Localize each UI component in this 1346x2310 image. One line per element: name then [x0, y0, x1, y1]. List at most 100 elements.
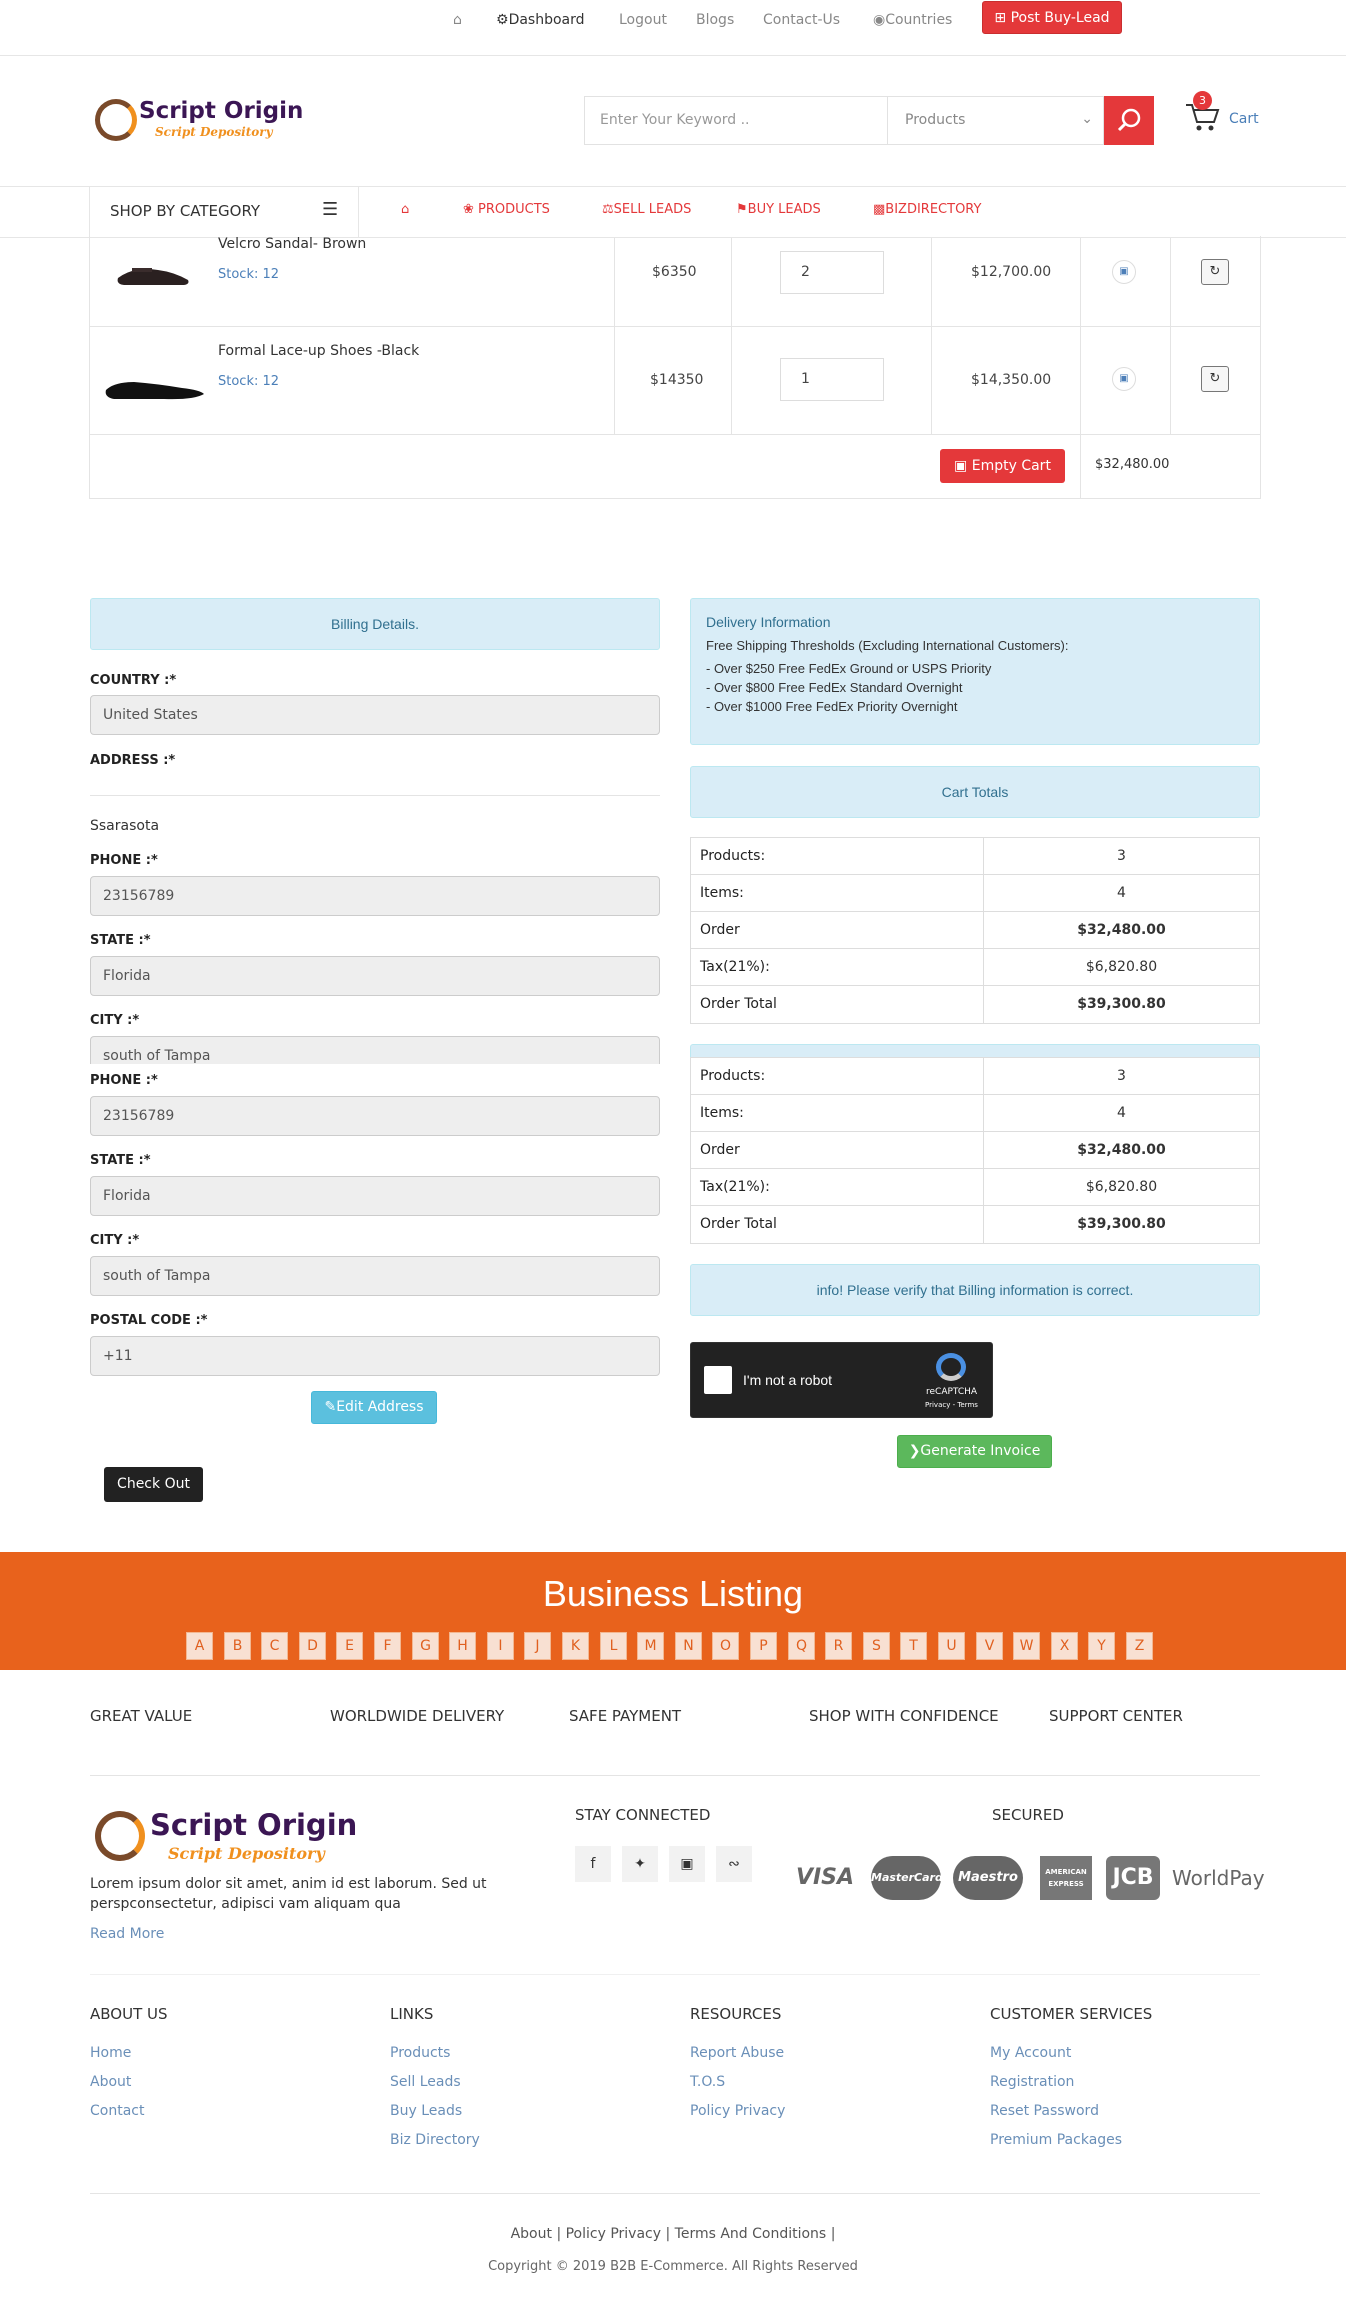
recaptcha-checkbox[interactable]	[704, 1366, 732, 1394]
copyright: Copyright © 2019 B2B E-Commerce. All Rig…	[488, 2259, 858, 2274]
city-field[interactable]: south of Tampa	[90, 1036, 660, 1064]
letter-link-c[interactable]: C	[261, 1632, 288, 1660]
update-item-button[interactable]: ↻	[1201, 259, 1229, 285]
remove-item-button[interactable]: ▣	[1112, 260, 1136, 284]
footer-link-buy-leads[interactable]: Buy Leads	[390, 2103, 462, 2119]
footer-link-reset-password[interactable]: Reset Password	[990, 2103, 1099, 2119]
letter-link-h[interactable]: H	[449, 1632, 476, 1660]
state-field[interactable]: Florida	[90, 956, 660, 996]
letter-link-e[interactable]: E	[336, 1632, 363, 1660]
letter-link-g[interactable]: G	[412, 1632, 439, 1660]
nav-blogs[interactable]: Blogs	[696, 12, 734, 28]
letter-link-t[interactable]: T	[900, 1632, 927, 1660]
twitter-icon[interactable]: ✦	[622, 1846, 658, 1882]
cat-sell-leads[interactable]: ⚖SELL LEADS	[602, 202, 691, 217]
divider	[90, 1775, 1260, 1776]
visa-icon: VISA	[795, 1865, 855, 1890]
footer-link-products[interactable]: Products	[390, 2045, 450, 2061]
letter-link-u[interactable]: U	[938, 1632, 965, 1660]
letter-link-r[interactable]: R	[825, 1632, 852, 1660]
footer-link-my-account[interactable]: My Account	[990, 2045, 1071, 2061]
letter-link-p[interactable]: P	[750, 1632, 777, 1660]
cat-bizdirectory[interactable]: ▩BIZDIRECTORY	[873, 202, 981, 217]
generate-invoice-button[interactable]: ❯Generate Invoice	[897, 1435, 1052, 1468]
edit-address-button[interactable]: ✎Edit Address	[311, 1391, 437, 1424]
letter-link-q[interactable]: Q	[788, 1632, 815, 1660]
cat-home-icon[interactable]: ⌂	[401, 202, 409, 217]
cart-button[interactable]: 3 Cart	[1184, 91, 1264, 141]
letter-link-w[interactable]: W	[1013, 1632, 1040, 1660]
update-item-button[interactable]: ↻	[1201, 366, 1229, 392]
letter-link-m[interactable]: M	[637, 1632, 664, 1660]
bottom-link-terms[interactable]: Terms And Conditions	[675, 2226, 827, 2242]
totals-value: $6,820.80	[1085, 1179, 1158, 1195]
letter-link-x[interactable]: X	[1051, 1632, 1078, 1660]
letter-link-i[interactable]: I	[487, 1632, 514, 1660]
category-select[interactable]: Products ⌄	[887, 96, 1104, 145]
letter-link-v[interactable]: V	[976, 1632, 1003, 1660]
footer-link-premium-packages[interactable]: Premium Packages	[990, 2132, 1122, 2148]
home-icon[interactable]: ⌂	[453, 12, 462, 28]
globe-icon: ◉	[873, 12, 886, 28]
footer-link-report-abuse[interactable]: Report Abuse	[690, 2045, 784, 2061]
remove-item-button[interactable]: ▣	[1112, 367, 1136, 391]
country-field[interactable]: United States	[90, 695, 660, 735]
quantity-input[interactable]: 1	[780, 358, 884, 401]
postal-code-field[interactable]: +11	[90, 1336, 660, 1376]
empty-cart-button[interactable]: ▣ Empty Cart	[940, 449, 1065, 483]
nav-dashboard[interactable]: ⚙Dashboard	[496, 12, 585, 28]
quantity-input[interactable]: 2	[780, 251, 884, 294]
city-field[interactable]: south of Tampa	[90, 1256, 660, 1296]
letter-link-d[interactable]: D	[299, 1632, 326, 1660]
footer-link-registration[interactable]: Registration	[990, 2074, 1074, 2090]
letter-link-b[interactable]: B	[224, 1632, 251, 1660]
chevron-right-icon: ❯	[908, 1443, 921, 1459]
nav-countries[interactable]: ◉Countries	[873, 12, 952, 28]
nav-logout[interactable]: Logout	[619, 12, 667, 28]
postal-code-label: POSTAL CODE :*	[90, 1313, 208, 1328]
footer-link-home[interactable]: Home	[90, 2045, 131, 2061]
recaptcha-terms[interactable]: Privacy - Terms	[925, 1401, 978, 1409]
state-field[interactable]: Florida	[90, 1176, 660, 1216]
post-buy-lead-button[interactable]: ⊞ Post Buy-Lead	[982, 1, 1122, 34]
letter-link-n[interactable]: N	[675, 1632, 702, 1660]
footer-link-contact[interactable]: Contact	[90, 2103, 144, 2119]
cat-buy-leads[interactable]: ⚑BUY LEADS	[736, 202, 821, 217]
phone-field[interactable]: 23156789	[90, 876, 660, 916]
nav-contact[interactable]: Contact-Us	[763, 12, 840, 28]
checkout-button[interactable]: Check Out	[104, 1467, 203, 1502]
recaptcha-widget[interactable]: I'm not a robot reCAPTCHA Privacy - Term…	[690, 1342, 993, 1418]
bottom-link-about[interactable]: About	[511, 2226, 552, 2242]
product-name[interactable]: Formal Lace-up Shoes -Black	[218, 343, 419, 359]
search-button[interactable]	[1104, 96, 1154, 145]
footer-link-sell-leads[interactable]: Sell Leads	[390, 2074, 461, 2090]
letter-link-j[interactable]: J	[524, 1632, 551, 1660]
footer-link-about[interactable]: About	[90, 2074, 131, 2090]
read-more-link[interactable]: Read More	[90, 1926, 164, 1942]
rss-icon[interactable]: ∾	[716, 1846, 752, 1882]
facebook-icon[interactable]: f	[575, 1846, 611, 1882]
bottom-link-policy-privacy[interactable]: Policy Privacy	[566, 2226, 661, 2242]
footer-link-biz-directory[interactable]: Biz Directory	[390, 2132, 480, 2148]
letter-link-s[interactable]: S	[863, 1632, 890, 1660]
footer-link-tos[interactable]: T.O.S	[690, 2074, 725, 2090]
letter-link-y[interactable]: Y	[1088, 1632, 1115, 1660]
letter-link-l[interactable]: L	[600, 1632, 627, 1660]
letter-link-a[interactable]: A	[186, 1632, 213, 1660]
delivery-threshold: Free Shipping Thresholds (Excluding Inte…	[706, 638, 1069, 653]
letter-link-k[interactable]: K	[562, 1632, 589, 1660]
product-name[interactable]: Velcro Sandal- Brown	[218, 236, 366, 252]
cat-products[interactable]: ❀ PRODUCTS	[463, 202, 550, 217]
instagram-icon[interactable]: ▣	[669, 1846, 705, 1882]
site-logo[interactable]: Script Origin Script Depository	[95, 95, 303, 145]
letter-link-z[interactable]: Z	[1126, 1632, 1153, 1660]
letter-link-f[interactable]: F	[374, 1632, 401, 1660]
footer-link-policy-privacy[interactable]: Policy Privacy	[690, 2103, 785, 2119]
letter-link-o[interactable]: O	[712, 1632, 739, 1660]
shop-by-category[interactable]: SHOP BY CATEGORY ☰	[89, 187, 359, 237]
footer-logo[interactable]: Script Origin Script Depository	[95, 1806, 357, 1866]
logo-ring-icon	[95, 1811, 145, 1861]
phone-field[interactable]: 23156789	[90, 1096, 660, 1136]
cart-label: Cart	[1229, 111, 1259, 127]
search-input[interactable]: Enter Your Keyword ..	[584, 96, 888, 145]
